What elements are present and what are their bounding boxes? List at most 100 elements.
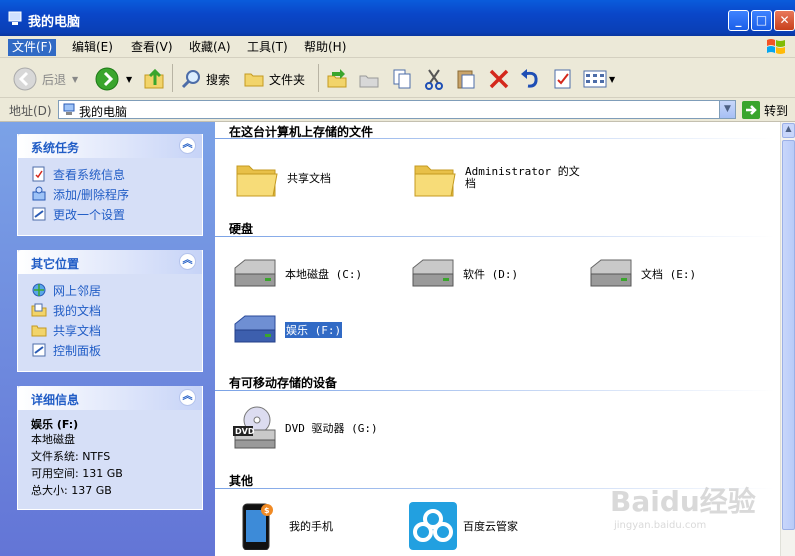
folders-button[interactable]: 文件夹 — [243, 66, 305, 92]
hard-drive-icon — [412, 259, 454, 287]
copy-to-button[interactable] — [358, 66, 380, 92]
item-drive-f[interactable]: 娱乐 (F:) — [231, 306, 343, 354]
place-label: 网上邻居 — [53, 283, 102, 298]
back-button[interactable]: 后退 ▼ — [12, 66, 78, 92]
task-change-setting[interactable]: 更改一个设置 — [31, 204, 202, 224]
menu-view[interactable]: 查看(V) — [127, 39, 177, 56]
place-network[interactable]: 网上邻居 — [31, 280, 202, 300]
back-label: 后退 — [42, 72, 67, 87]
folder-icon — [31, 325, 47, 337]
delete-x-icon — [489, 69, 509, 89]
add-remove-programs-icon — [32, 186, 46, 201]
system-tasks-panel: 系统任务 ︽ 查看系统信息 添加/删除程序 更改一个设置 — [17, 134, 203, 236]
place-label: 我的文档 — [53, 303, 102, 318]
copy-icon — [393, 69, 411, 89]
place-control-panel[interactable]: 控制面板 — [31, 340, 202, 360]
item-label: Administrator 的文档 — [465, 165, 580, 190]
baidu-watermark: Baidu经验 jingyan.baidu.com — [610, 480, 760, 540]
properties-button[interactable] — [552, 66, 574, 92]
menu-help[interactable]: 帮助(H) — [300, 39, 350, 56]
item-admin-documents[interactable]: Administrator 的文档 — [411, 154, 585, 202]
item-baidu-cloud[interactable]: 百度云管家 — [409, 502, 518, 550]
item-drive-d[interactable]: 软件 (D:) — [409, 250, 518, 298]
properties-icon — [554, 69, 571, 89]
window-title: 我的电脑 — [28, 15, 81, 30]
views-button[interactable]: ▼ — [583, 66, 615, 92]
menu-bar: 文件(F) 编辑(E) 查看(V) 收藏(A) 工具(T) 帮助(H) — [0, 36, 795, 58]
search-label: 搜索 — [206, 72, 231, 87]
undo-button[interactable] — [519, 66, 541, 92]
place-shared-documents[interactable]: 共享文档 — [31, 320, 202, 340]
up-folder-icon — [144, 68, 164, 89]
move-to-icon — [327, 69, 347, 88]
address-bar: 地址(D) 我的电脑 ▼ 转到 — [0, 98, 795, 122]
go-button[interactable]: 转到 — [742, 101, 788, 119]
item-my-phone[interactable]: $ 我的手机 — [235, 502, 333, 550]
dvd-drive-icon: DVD — [233, 406, 276, 449]
address-input[interactable]: 我的电脑 ▼ — [58, 100, 736, 119]
forward-button[interactable]: ▼ — [94, 66, 132, 92]
svg-text:DVD: DVD — [235, 427, 255, 436]
my-computer-icon — [8, 11, 22, 25]
collapse-chevron-icon[interactable]: ︽ — [179, 253, 196, 270]
item-dvd-drive[interactable]: DVD DVD 驱动器 (G:) — [231, 404, 378, 452]
details-title: 详细信息 — [31, 393, 80, 407]
delete-button[interactable] — [488, 66, 510, 92]
address-label: 地址(D) — [9, 104, 52, 118]
back-dropdown-icon[interactable]: ▼ — [72, 75, 78, 84]
hard-drive-icon — [234, 315, 276, 343]
my-computer-small-icon — [63, 103, 75, 115]
views-dropdown-icon[interactable]: ▼ — [609, 75, 615, 84]
system-info-icon — [32, 166, 45, 182]
detail-drive-name: 娱乐 (F:) — [31, 418, 79, 431]
search-button[interactable]: 搜索 — [180, 66, 230, 92]
move-to-button[interactable] — [326, 66, 348, 92]
copy-button[interactable] — [391, 66, 413, 92]
up-folder-button[interactable] — [143, 66, 167, 92]
detail-total-size: 总大小: 137 GB — [31, 484, 112, 497]
scroll-up-icon[interactable]: ▲ — [782, 123, 795, 138]
cut-button[interactable] — [423, 66, 445, 92]
menu-tools[interactable]: 工具(T) — [243, 39, 292, 56]
title-bar: 我的电脑 _ □ ✕ — [0, 0, 795, 36]
scrollbar-thumb[interactable] — [782, 140, 795, 530]
maximize-button[interactable]: □ — [751, 10, 772, 31]
item-label: 百度云管家 — [463, 520, 518, 533]
close-button[interactable]: ✕ — [774, 10, 795, 31]
folder-icon — [236, 165, 278, 197]
details-panel: 详细信息 ︽ 娱乐 (F:) 本地磁盘 文件系统: NTFS 可用空间: 131… — [17, 386, 203, 510]
task-add-remove-programs[interactable]: 添加/删除程序 — [31, 184, 202, 204]
folder-icon — [414, 165, 456, 197]
other-places-header[interactable]: 其它位置 ︽ — [18, 250, 202, 274]
item-drive-c[interactable]: 本地磁盘 (C:) — [231, 250, 362, 298]
item-shared-documents[interactable]: 共享文档 — [233, 154, 331, 202]
watermark-text: Baidu经验 — [610, 485, 756, 518]
item-label: 娱乐 (F:) — [285, 322, 343, 338]
task-label: 查看系统信息 — [53, 167, 126, 182]
system-tasks-header[interactable]: 系统任务 ︽ — [18, 134, 202, 158]
details-header[interactable]: 详细信息 ︽ — [18, 386, 202, 410]
task-view-system-info[interactable]: 查看系统信息 — [31, 164, 202, 184]
menu-file[interactable]: 文件(F) — [8, 39, 57, 56]
task-label: 添加/删除程序 — [53, 187, 130, 202]
vertical-scrollbar[interactable]: ▲ — [780, 122, 795, 556]
section-title-hdd: 硬盘 — [229, 222, 254, 236]
paste-button[interactable] — [455, 66, 477, 92]
item-drive-e[interactable]: 文档 (E:) — [587, 250, 696, 298]
place-my-documents[interactable]: 我的文档 — [31, 300, 202, 320]
go-label: 转到 — [764, 103, 789, 118]
go-arrow-icon — [742, 101, 760, 119]
folders-icon — [244, 73, 264, 87]
address-dropdown-icon[interactable]: ▼ — [719, 101, 735, 118]
watermark-url: jingyan.baidu.com — [614, 520, 707, 531]
menu-favorites[interactable]: 收藏(A) — [185, 39, 235, 56]
collapse-chevron-icon[interactable]: ︽ — [179, 389, 196, 406]
toolbar: 后退 ▼ ▼ 搜索 文件夹 ▼ — [0, 58, 795, 98]
forward-dropdown-icon[interactable]: ▼ — [126, 75, 132, 84]
menu-edit[interactable]: 编辑(E) — [68, 39, 117, 56]
control-panel-icon — [32, 343, 46, 357]
svg-text:$: $ — [264, 506, 270, 515]
minimize-button[interactable]: _ — [728, 10, 749, 31]
collapse-chevron-icon[interactable]: ︽ — [179, 137, 196, 154]
other-places-title: 其它位置 — [31, 257, 80, 271]
